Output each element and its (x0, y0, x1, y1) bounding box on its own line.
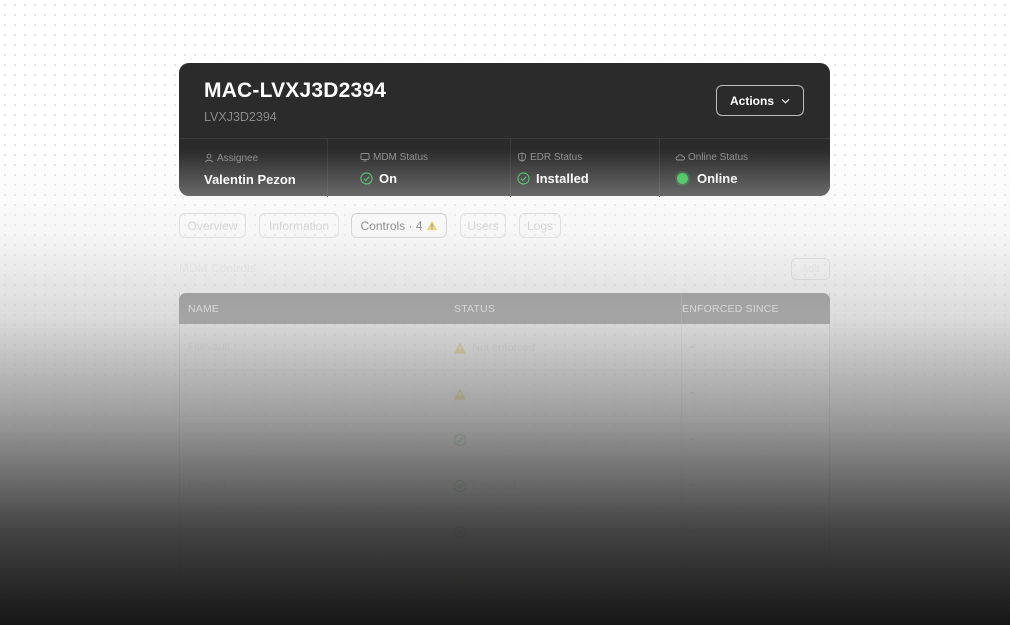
mdm-icon (360, 153, 370, 162)
actions-button[interactable]: Actions (716, 85, 804, 116)
online-status: Online Status Online (675, 151, 748, 186)
tab-label: Overview (187, 218, 238, 233)
chevron-down-icon (781, 98, 790, 104)
mdm-status-value: On (379, 171, 398, 186)
tab-label: Information (268, 218, 330, 233)
row-status: Enforced (453, 479, 516, 493)
row-status-text: Enforced (472, 480, 517, 492)
online-indicator-dot (677, 173, 688, 184)
check-circle-icon (360, 172, 373, 185)
assignee-label: Assignee (217, 152, 259, 164)
device-title: MAC-LVXJ3D2394 (204, 79, 387, 102)
tab-label: Logs (526, 218, 554, 233)
online-status-value: Online (697, 171, 738, 186)
row-status (453, 387, 472, 401)
actions-button-label: Actions (729, 93, 774, 108)
assignee-cell: Assignee Valentin Pezon (179, 139, 328, 197)
cloud-icon (675, 154, 685, 161)
row-status (453, 525, 472, 539)
tab-overview[interactable]: Overview (179, 213, 246, 238)
warning-icon (454, 388, 466, 400)
edr-status: EDR Status Installed (517, 151, 589, 186)
warning-icon (426, 220, 437, 231)
column-header-enforced-since: ENFORCED SINCE (682, 303, 779, 315)
row-status (453, 571, 472, 585)
row-status-text: Not enforced (472, 342, 535, 354)
mdm-status: MDM Status On (360, 151, 428, 186)
row-enforced-since: - (690, 477, 694, 491)
row-status (453, 433, 472, 447)
online-status-label: Online Status (688, 151, 749, 163)
tab-logs[interactable]: Logs (519, 213, 561, 238)
tab-information[interactable]: Information (259, 213, 339, 238)
column-header-status: STATUS (454, 303, 496, 315)
row-enforced-since: - (690, 523, 694, 537)
edr-status-value: Installed (536, 171, 589, 186)
table-row[interactable]: - (180, 416, 829, 463)
check-circle-icon (517, 172, 530, 185)
edr-status-label: EDR Status (530, 151, 583, 163)
shield-icon (518, 152, 526, 162)
table-row[interactable]: - (180, 508, 829, 555)
table-header: NAME STATUS ENFORCED SINCE (179, 293, 830, 324)
user-icon (205, 153, 213, 163)
row-status: Not enforced (453, 341, 535, 355)
tab-label: Controls · 4 (360, 218, 423, 233)
add-control-button[interactable]: Add (791, 258, 830, 280)
assignee-value: Valentin Pezon (204, 172, 296, 187)
row-enforced-since: - (690, 385, 694, 399)
check-circle-icon (453, 479, 467, 493)
table-row[interactable]: Firewall Enforced - (180, 462, 829, 509)
device-serial: LVXJ3D2394 (204, 110, 277, 124)
row-enforced-since: - (690, 339, 694, 353)
tab-label: Users (467, 218, 499, 233)
check-circle-icon (453, 433, 467, 447)
table-row[interactable]: FileVault Not enforced - (180, 324, 829, 371)
warning-icon (454, 342, 466, 354)
controls-table: NAME STATUS ENFORCED SINCE FileVault Not… (179, 293, 830, 625)
table-row[interactable]: - (180, 370, 829, 417)
check-circle-icon (453, 525, 467, 539)
mdm-status-label: MDM Status (373, 151, 429, 163)
section-title: MDM Controls (179, 261, 256, 275)
row-name: Firewall (188, 479, 226, 491)
tab-users[interactable]: Users (460, 213, 506, 238)
tab-controls[interactable]: Controls · 4 (351, 213, 447, 238)
warning-icon (454, 572, 466, 584)
column-header-name: NAME (188, 303, 220, 315)
row-name: FileVault (188, 341, 230, 353)
row-enforced-since: - (690, 431, 694, 445)
table-row[interactable] (180, 554, 829, 601)
